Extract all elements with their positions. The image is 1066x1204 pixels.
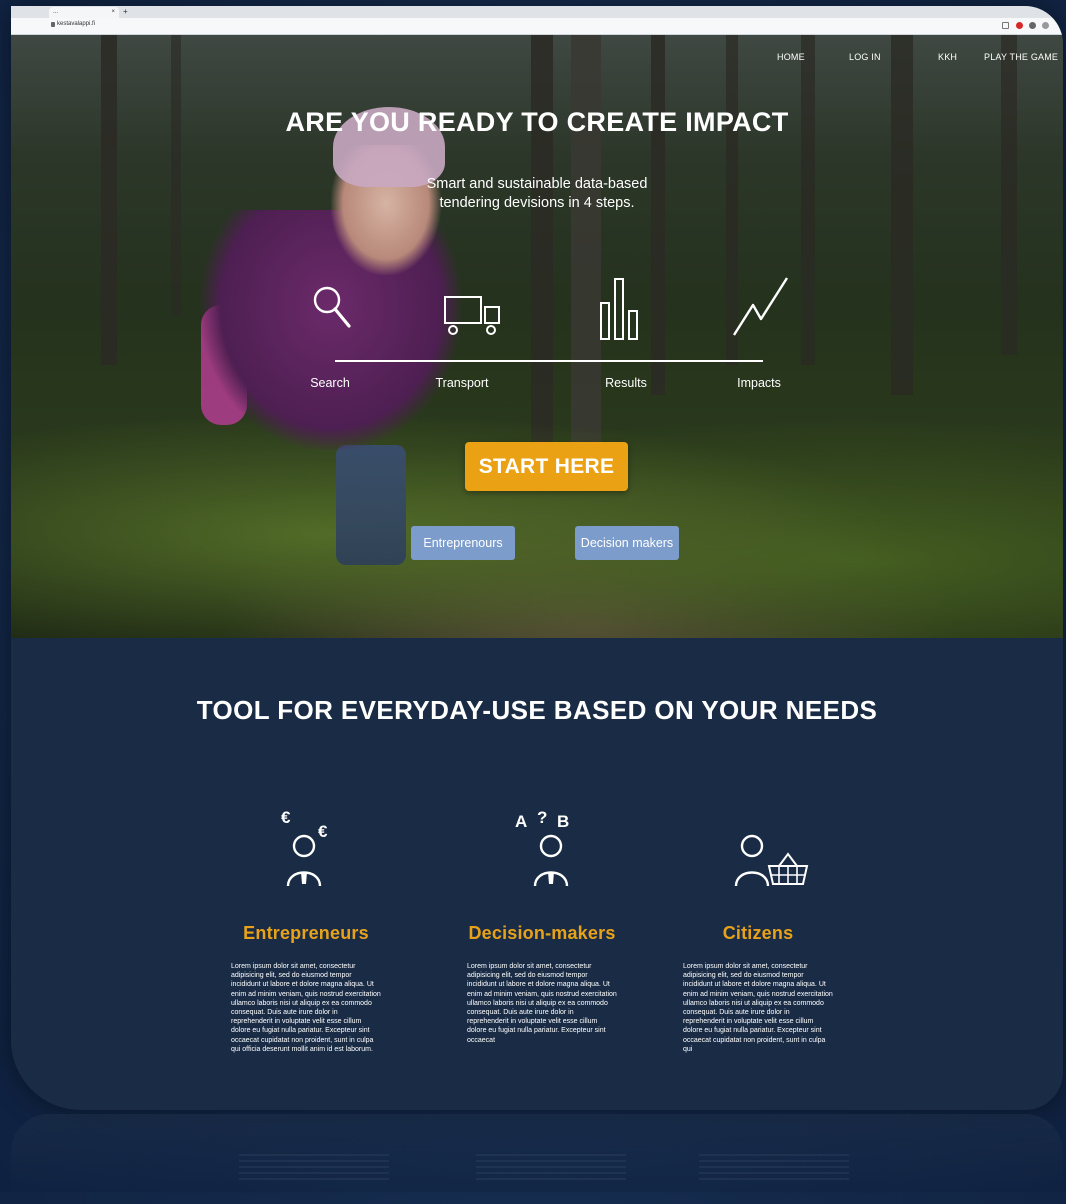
browser-tab-strip: ... × +	[11, 6, 1063, 18]
decision-makers-button[interactable]: Decision makers	[575, 526, 679, 560]
browser-tab-title: ...	[53, 9, 59, 15]
forest-floor	[11, 378, 1063, 638]
needs-section: TOOL FOR EVERYDAY-USE BASED ON YOUR NEED…	[11, 638, 1063, 1109]
person-euro-icon: € €	[211, 808, 401, 898]
card-reflection	[11, 1114, 1063, 1204]
person-figure	[533, 834, 569, 887]
column-body: Lorem ipsum dolor sit amet, consectetur …	[683, 963, 833, 1053]
trend-line-icon	[732, 277, 789, 336]
step-label-transport: Transport	[435, 376, 489, 390]
close-icon[interactable]: ×	[111, 7, 115, 18]
citizens-column: Citizens Lorem ipsum dolor sit amet, con…	[663, 808, 853, 1054]
new-tab-icon[interactable]: +	[123, 6, 128, 18]
truck-icon	[444, 296, 500, 335]
address-bar[interactable]: kestavalappi.fi	[11, 18, 1063, 35]
address-url[interactable]: kestavalappi.fi	[57, 21, 95, 27]
hero-subtitle-line: Smart and sustainable data-based	[426, 176, 648, 192]
nav-home-link[interactable]: HOME	[777, 52, 805, 62]
hero-title: ARE YOU READY TO CREATE IMPACT	[285, 107, 789, 137]
person-basket-figure	[734, 834, 809, 887]
person-choice-icon: A ? B	[447, 808, 637, 898]
hero-section: HOME LOG IN KKH PLAY THE GAME ARE YOU RE…	[11, 35, 1063, 638]
magnifier-icon	[313, 286, 351, 328]
lock-icon	[51, 22, 55, 27]
start-here-button[interactable]: START HERE	[465, 442, 628, 491]
background-tree	[891, 35, 913, 395]
bar-chart-icon	[600, 278, 638, 340]
steps-timeline	[335, 360, 763, 362]
nav-kkh-link[interactable]: KKH	[938, 52, 957, 62]
step-label-results: Results	[605, 376, 647, 390]
section-title: TOOL FOR EVERYDAY-USE BASED ON YOUR NEED…	[196, 695, 878, 725]
top-nav: HOME LOG IN KKH PLAY THE GAME	[11, 52, 1063, 66]
decision-makers-column: A ? B Decision-makers Lorem ipsum dolor …	[447, 808, 637, 1045]
euro-glyph: €	[281, 808, 291, 827]
profile-icon[interactable]	[1042, 22, 1049, 29]
column-body: Lorem ipsum dolor sit amet, consectetur …	[467, 963, 617, 1044]
person-basket-icon	[663, 808, 853, 898]
entrepreneurs-button[interactable]: Entreprenours	[411, 526, 515, 560]
browser-window: ... × + kestavalappi.fi HOME LOG IN KKH …	[11, 6, 1063, 1110]
entrepreneurs-column: € € Entrepreneurs Lorem ipsum dolor sit …	[211, 808, 401, 1054]
letter-a-glyph: A	[515, 812, 528, 831]
nav-play-link[interactable]: PLAY THE GAME	[984, 52, 1058, 62]
column-title: Entrepreneurs	[243, 923, 369, 943]
step-label-search: Search	[310, 376, 350, 390]
background-tree	[651, 35, 665, 395]
column-body: Lorem ipsum dolor sit amet, consectetur …	[231, 963, 381, 1053]
letter-b-glyph: B	[557, 812, 570, 831]
column-title: Citizens	[722, 923, 794, 943]
person-figure	[286, 834, 322, 887]
puzzle-icon[interactable]	[1029, 22, 1036, 29]
step-label-impacts: Impacts	[737, 376, 781, 390]
star-icon[interactable]	[1002, 22, 1009, 29]
hero-subtitle: Smart and sustainable data-based tenderi…	[11, 175, 1063, 213]
nav-login-link[interactable]: LOG IN	[849, 52, 881, 62]
column-title: Decision-makers	[468, 923, 616, 943]
child-legs	[336, 445, 406, 565]
hero-subtitle-line: tendering devisions in 4 steps.	[439, 195, 635, 211]
reflection-text-block	[699, 1154, 849, 1182]
reflection-text-block	[476, 1154, 626, 1182]
reflection-text-block	[239, 1154, 389, 1182]
extension-icon[interactable]	[1016, 22, 1023, 29]
question-glyph: ?	[537, 808, 548, 827]
browser-tab[interactable]: ... ×	[49, 7, 119, 18]
